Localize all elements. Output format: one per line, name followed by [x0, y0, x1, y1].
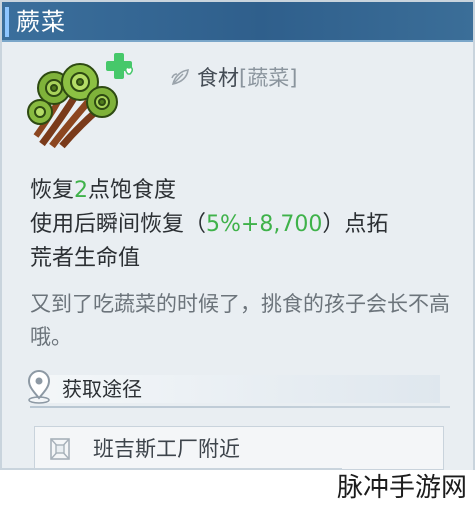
source-section-header: 获取途径 — [20, 370, 452, 410]
item-category: 食材 [蔬菜] — [169, 62, 297, 92]
item-effects: 恢复2点饱食度 使用后瞬间恢复（5%+8,700）点拓 荒者生命值 — [30, 174, 460, 276]
map-marker-icon — [50, 438, 70, 460]
flavor-text: 又到了吃蔬菜的时候了，挑食的孩子会长不高哦。 — [30, 292, 450, 349]
source-item[interactable]: 班吉斯工厂附近 — [34, 426, 444, 470]
plus-heart-icon — [106, 53, 133, 79]
effect-text: ）点拓 — [322, 212, 389, 237]
effect-value: 5%+8,700 — [206, 212, 323, 237]
source-header-divider — [30, 406, 450, 408]
effect-line-1: 恢复2点饱食度 — [30, 174, 460, 208]
category-main: 食材 — [197, 66, 239, 90]
title-accent — [5, 7, 9, 37]
source-header-label: 获取途径 — [62, 377, 142, 401]
effect-text: 点饱食度 — [88, 178, 177, 203]
item-header: 食材 [蔬菜] — [2, 42, 473, 162]
location-pin-icon — [27, 370, 51, 404]
source-item-label: 班吉斯工厂附近 — [93, 437, 240, 461]
effect-text: 恢复 — [30, 178, 75, 203]
effect-line-2: 使用后瞬间恢复（5%+8,700）点拓 — [30, 208, 460, 242]
title-bar: 蕨菜 — [2, 2, 473, 42]
item-title: 蕨菜 — [16, 8, 66, 36]
leaf-icon — [171, 69, 189, 86]
effect-text: 使用后瞬间恢复（ — [30, 212, 207, 237]
watermark: 脉冲手游网 — [336, 473, 467, 503]
item-tooltip-panel: 蕨菜 食材 [蔬菜] 恢复2点饱食度 使用后瞬间恢复（5%+8,700）点拓 荒… — [0, 0, 475, 506]
category-sub: [蔬菜] — [239, 66, 298, 90]
effect-line-3: 荒者生命值 — [30, 246, 141, 271]
effect-value: 2 — [74, 178, 89, 203]
